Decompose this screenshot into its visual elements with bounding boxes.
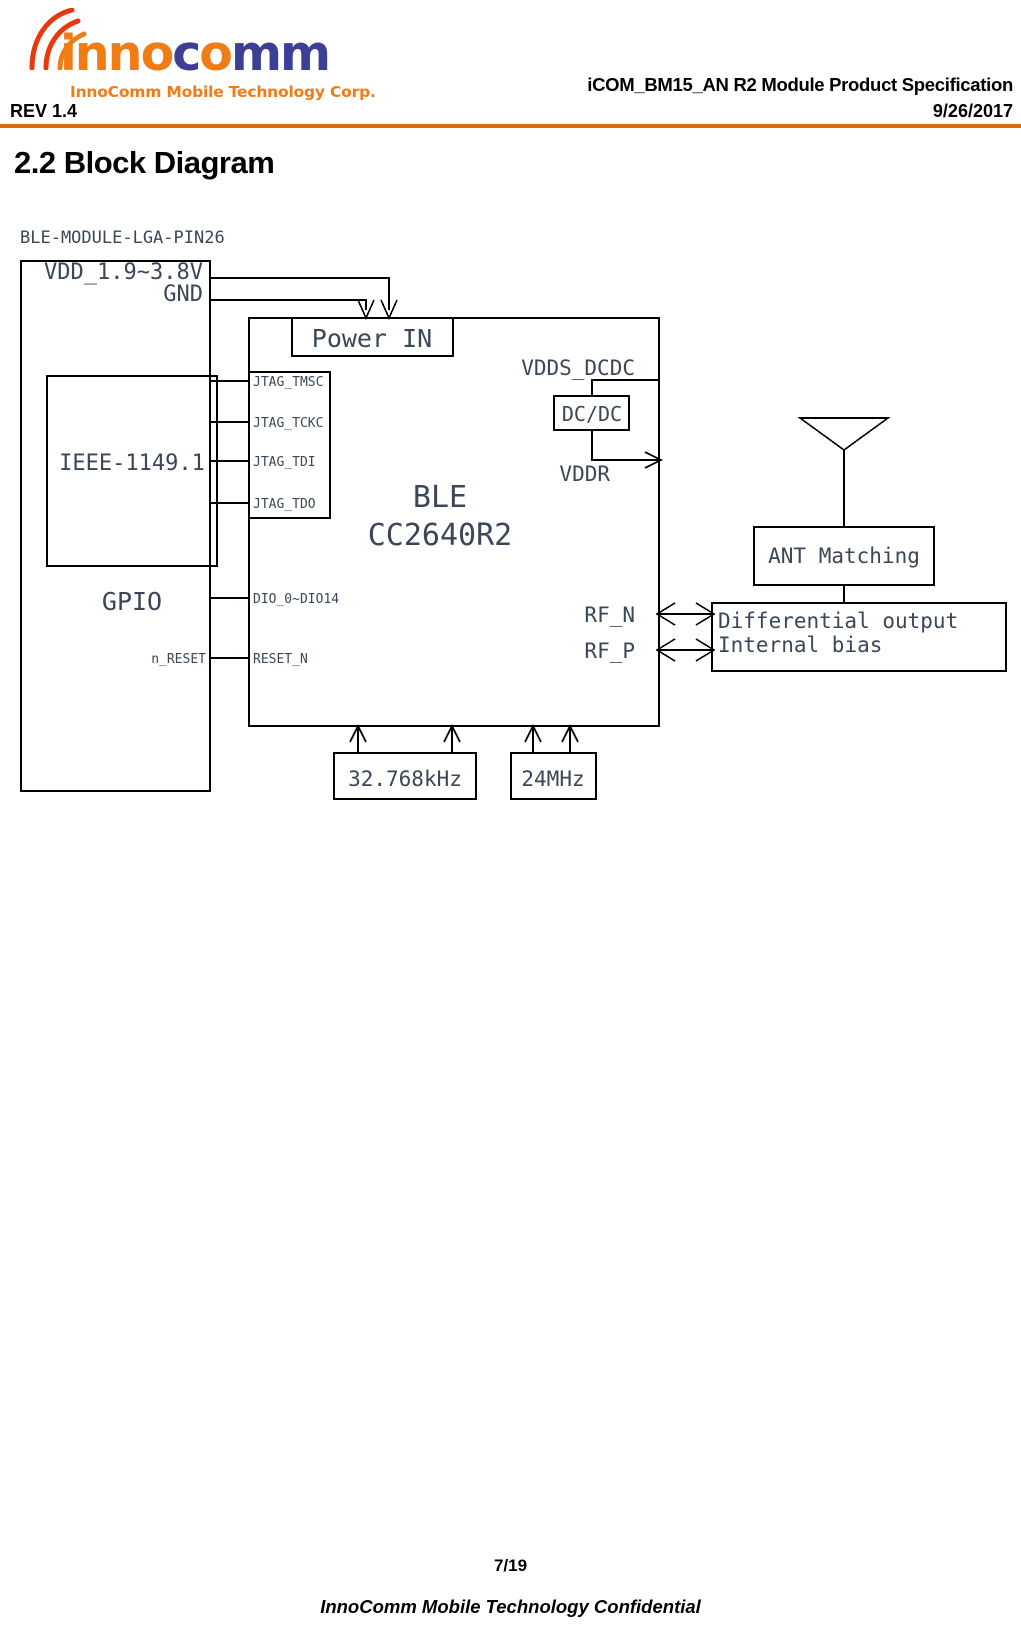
label-ant-matching: ANT Matching	[768, 544, 920, 568]
label-diff-output: Differential output	[718, 609, 958, 633]
label-hf-crystal: 24MHz	[521, 767, 584, 791]
pin-rf-p: RF_P	[584, 639, 635, 663]
label-n-reset: n_RESET	[151, 652, 206, 667]
module-outline	[20, 260, 211, 792]
label-gnd: GND	[163, 282, 203, 307]
pin-reset-n: RESET_N	[253, 652, 308, 667]
dcdc-in-wire	[591, 379, 659, 396]
label-ieee: IEEE-1149.1	[59, 451, 205, 476]
module-caption: BLE-MODULE-LGA-PIN26	[20, 228, 225, 248]
pin-vddr: VDDR	[559, 462, 610, 486]
pin-jtag-tckc: JTAG_TCKC	[253, 416, 323, 431]
label-lf-crystal: 32.768kHz	[348, 767, 462, 791]
label-dcdc: DC/DC	[562, 402, 622, 426]
pin-jtag-tdo: JTAG_TDO	[253, 497, 316, 512]
chip-name-line1: BLE	[413, 480, 467, 515]
chip-name-line2: CC2640R2	[368, 518, 513, 553]
page-number: 7/19	[493, 1556, 528, 1575]
gnd-wire	[210, 299, 367, 310]
dcdc-out-wire	[591, 430, 659, 461]
pin-jtag-tdi: JTAG_TDI	[253, 455, 316, 470]
antenna-icon	[797, 417, 891, 451]
pin-vdds-dcdc: VDDS_DCDC	[521, 356, 635, 380]
confidentiality-notice: InnoComm Mobile Technology Confidential	[320, 1596, 701, 1617]
label-internal-bias: Internal bias	[718, 633, 882, 657]
pin-rf-n: RF_N	[584, 603, 635, 627]
pin-dio: DIO_0~DIO14	[253, 592, 339, 607]
vdd-wire	[210, 277, 390, 310]
label-power-in: Power IN	[312, 324, 432, 353]
block-diagram-svg: BLE-MODULE-LGA-PIN26 VDD_1.9~3.8V GND IE…	[20, 228, 1007, 800]
block-diagram: BLE-MODULE-LGA-PIN26 VDD_1.9~3.8V GND IE…	[0, 0, 1021, 1637]
pin-jtag-tmsc: JTAG_TMSC	[253, 375, 323, 390]
label-gpio: GPIO	[102, 587, 162, 616]
